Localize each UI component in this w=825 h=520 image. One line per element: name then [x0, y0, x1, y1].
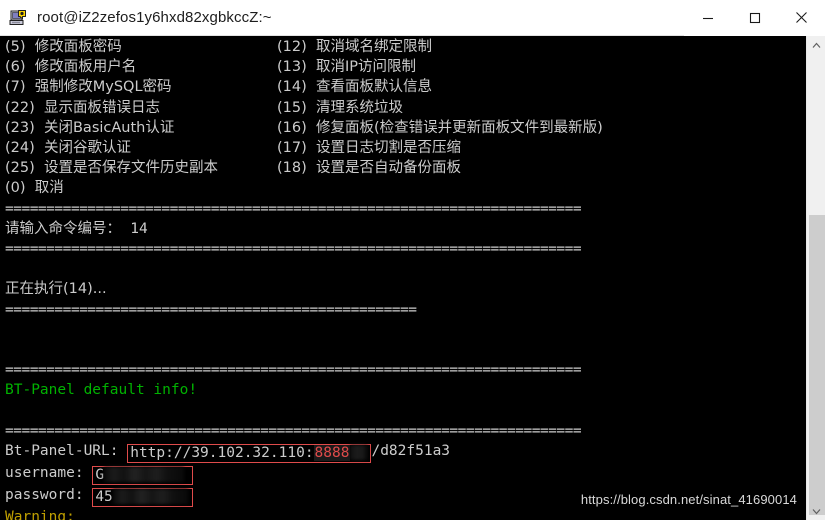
executing-status-line: 正在执行(14)...: [5, 281, 107, 298]
menu-option-6[interactable]: (6) 修改面板用户名: [5, 57, 277, 77]
panel-url-redaction: [350, 445, 369, 461]
scroll-down-arrow-icon[interactable]: [807, 502, 825, 520]
menu-option-7[interactable]: (7) 强制修改MySQL密码: [5, 77, 277, 97]
menu-option-5[interactable]: (5) 修改面板密码: [5, 37, 277, 57]
menu-option-24[interactable]: (24) 关闭谷歌认证: [5, 138, 277, 158]
panel-url-line: Bt-Panel-URL: http://39.102.32.110:8888/…: [5, 441, 806, 464]
menu-option-0[interactable]: (0) 取消: [5, 178, 277, 198]
command-number-label: 请输入命令编号：: [5, 220, 131, 237]
scrollbar-thumb[interactable]: [809, 215, 825, 515]
command-number-value: 14: [130, 220, 148, 237]
menu-option-22[interactable]: (22) 显示面板错误日志: [5, 98, 277, 118]
menu-row: (23) 关闭BasicAuth认证 (16) 修复面板(检查错误并更新面板文件…: [5, 118, 806, 138]
panel-url-path: /d82f51a3: [371, 443, 451, 460]
menu-option-23[interactable]: (23) 关闭BasicAuth认证: [5, 118, 277, 138]
window-titlebar[interactable]: root@iZ2zefos1y6hxd82xgbkccZ:~: [0, 0, 825, 36]
menu-option-14[interactable]: (14) 查看面板默认信息: [277, 77, 806, 97]
menu-option-25[interactable]: (25) 设置是否保存文件历史副本: [5, 158, 277, 178]
scrollbar-track[interactable]: [808, 54, 825, 515]
panel-url-port: 8888: [313, 445, 351, 462]
menu-option-13[interactable]: (13) 取消IP访问限制: [277, 57, 806, 77]
minimize-button[interactable]: [684, 0, 731, 36]
panel-username-value: G: [95, 467, 105, 484]
warning-title: Warning:: [5, 509, 75, 520]
window-controls: [684, 0, 825, 36]
separator-line: ========================================…: [5, 301, 417, 318]
menu-row: (7) 强制修改MySQL密码 (14) 查看面板默认信息: [5, 77, 806, 97]
putty-terminal-window: root@iZ2zefos1y6hxd82xgbkccZ:~ (5) 修改面板密…: [0, 0, 825, 520]
separator-line: ========================================…: [5, 422, 582, 439]
panel-url-label: Bt-Panel-URL:: [5, 443, 128, 460]
menu-option-15[interactable]: (15) 清理系统垃圾: [277, 98, 806, 118]
vertical-scrollbar[interactable]: [806, 36, 825, 520]
panel-username-highlight-box: G: [92, 466, 194, 486]
panel-password-highlight-box: 45: [92, 488, 194, 508]
menu-row: (0) 取消: [5, 178, 806, 198]
panel-username-redaction: [104, 467, 185, 483]
window-title: root@iZ2zefos1y6hxd82xgbkccZ:~: [37, 9, 272, 26]
menu-option-empty: [277, 178, 806, 198]
separator-line: ========================================…: [5, 200, 582, 217]
putty-computer-icon: [9, 8, 29, 28]
terminal-output-area[interactable]: (5) 修改面板密码 (12) 取消域名绑定限制 (6) 修改面板用户名 (13…: [0, 36, 806, 520]
menu-row: (22) 显示面板错误日志 (15) 清理系统垃圾: [5, 98, 806, 118]
maximize-button[interactable]: [731, 0, 778, 36]
csdn-watermark: https://blog.csdn.net/sinat_41690014: [580, 492, 797, 507]
panel-url-highlight-box: http://39.102.32.110:8888: [127, 444, 372, 464]
panel-password-label: password:: [5, 487, 93, 504]
panel-username-line: username: G: [5, 463, 806, 486]
menu-option-17[interactable]: (17) 设置日志切割是否压缩: [277, 138, 806, 158]
separator-line: ========================================…: [5, 362, 582, 379]
panel-password-redaction: [112, 489, 188, 505]
bt-panel-header: BT-Panel default info!: [5, 382, 198, 399]
menu-option-18[interactable]: (18) 设置是否自动备份面板: [277, 158, 806, 178]
menu-row: (25) 设置是否保存文件历史副本 (18) 设置是否自动备份面板: [5, 158, 806, 178]
scroll-up-arrow-icon[interactable]: [807, 36, 825, 54]
command-number-prompt-line: 请输入命令编号： 14: [5, 219, 806, 239]
close-button[interactable]: [778, 0, 825, 36]
panel-url-host: http://39.102.32.110:: [130, 445, 314, 462]
menu-row: (5) 修改面板密码 (12) 取消域名绑定限制: [5, 37, 806, 57]
panel-username-label: username:: [5, 465, 93, 482]
menu-row: (6) 修改面板用户名 (13) 取消IP访问限制: [5, 57, 806, 77]
separator-line: ========================================…: [5, 241, 582, 258]
panel-password-value: 45: [95, 489, 113, 506]
menu-row: (24) 关闭谷歌认证 (17) 设置日志切割是否压缩: [5, 138, 806, 158]
menu-option-16[interactable]: (16) 修复面板(检查错误并更新面板文件到最新版): [277, 118, 806, 138]
menu-option-12[interactable]: (12) 取消域名绑定限制: [277, 37, 806, 57]
